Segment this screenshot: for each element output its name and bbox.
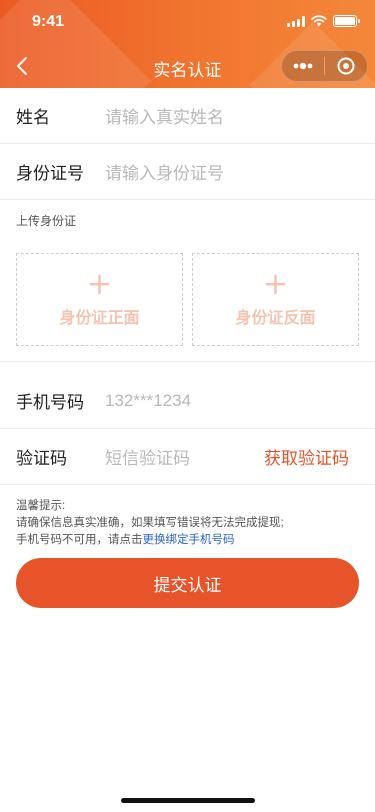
- more-dots-icon: [293, 62, 313, 70]
- tips-line: 请确保信息真实准确，如果填写错误将无法完成提现;: [16, 517, 284, 529]
- phone-value: 132***1234: [105, 390, 192, 410]
- name-input[interactable]: 请输入真实姓名: [105, 103, 224, 128]
- home-indicator: [121, 798, 255, 803]
- id-number-row: 身份证号 请输入身份证号: [0, 144, 375, 200]
- get-code-button[interactable]: 获取验证码: [264, 444, 349, 469]
- close-button[interactable]: [325, 51, 367, 81]
- id-number-input[interactable]: 请输入身份证号: [105, 159, 224, 184]
- status-time: 9:41: [32, 13, 65, 30]
- code-input[interactable]: 短信验证码: [105, 444, 190, 469]
- phone-label: 手机号码: [16, 393, 84, 412]
- close-circle-icon: [337, 57, 355, 75]
- signal-icon: [287, 15, 305, 27]
- plus-icon: +: [86, 266, 113, 302]
- tips-line: 手机号码不可用，请点击更换绑定手机号码: [16, 532, 284, 549]
- id-front-label: 身份证正面: [59, 309, 140, 327]
- phone-row: 手机号码 132***1234: [0, 373, 375, 429]
- more-button[interactable]: [282, 51, 324, 81]
- id-front-upload[interactable]: + 身份证正面: [16, 253, 183, 346]
- tips-line-text: 手机号码不可用，请点击: [16, 534, 143, 546]
- tips-block: 温馨提示: 请确保信息真实准确，如果填写错误将无法完成提现; 手机号码不可用，请…: [16, 498, 284, 549]
- id-back-upload[interactable]: + 身份证反面: [192, 253, 359, 346]
- tips-title: 温馨提示:: [16, 500, 66, 512]
- upload-section-title: 上传身份证: [16, 214, 77, 228]
- battery-icon: [333, 15, 360, 27]
- submit-button[interactable]: 提交认证: [16, 558, 359, 608]
- id-back-label: 身份证反面: [235, 309, 316, 327]
- wifi-icon: [311, 15, 327, 27]
- header-bar: 9:41 实名认证: [0, 0, 375, 88]
- plus-icon: +: [262, 266, 289, 302]
- change-phone-link[interactable]: 更换绑定手机号码: [143, 534, 235, 546]
- code-label: 验证码: [16, 449, 67, 468]
- mini-program-capsule: [281, 50, 368, 82]
- status-icons: [287, 15, 360, 27]
- name-row: 姓名 请输入真实姓名: [0, 88, 375, 144]
- name-label: 姓名: [16, 108, 50, 127]
- id-number-label: 身份证号: [16, 164, 84, 183]
- section-divider: [0, 361, 375, 362]
- code-row: 验证码 短信验证码 获取验证码: [0, 429, 375, 485]
